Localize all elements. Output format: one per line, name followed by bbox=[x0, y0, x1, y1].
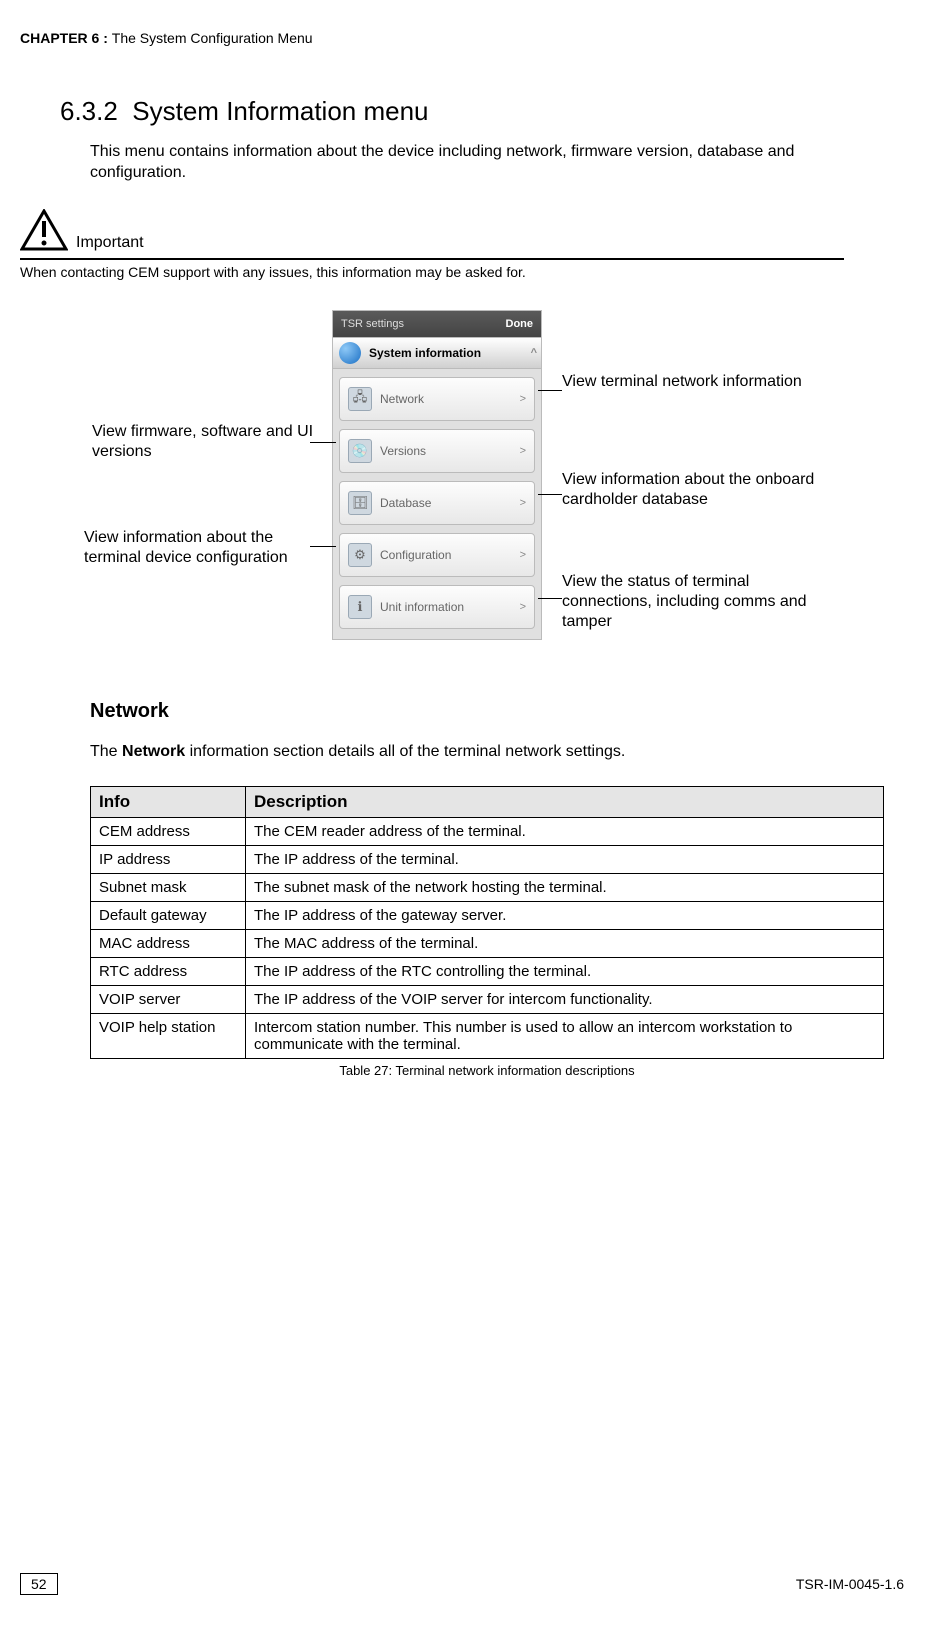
screenshot-section-header: System information ^ bbox=[333, 337, 541, 369]
section-name: System Information menu bbox=[132, 96, 428, 127]
network-heading: Network bbox=[90, 700, 884, 723]
network-info-table: Info Description CEM address The CEM rea… bbox=[90, 786, 884, 1059]
table-row: Subnet mask The subnet mask of the netwo… bbox=[91, 873, 884, 901]
menu-item-label: Configuration bbox=[380, 548, 520, 562]
info-cell: VOIP server bbox=[91, 985, 246, 1013]
important-header: Important bbox=[20, 209, 844, 260]
section-intro: This menu contains information about the… bbox=[90, 142, 844, 184]
network-icon: 🖧 bbox=[348, 387, 372, 411]
warning-icon bbox=[20, 209, 68, 256]
info-cell: VOIP help station bbox=[91, 1013, 246, 1058]
page-number: 52 bbox=[20, 1573, 58, 1595]
callout-network: View terminal network information bbox=[562, 372, 822, 392]
info-cell: MAC address bbox=[91, 929, 246, 957]
titlebar-left: TSR settings bbox=[341, 318, 404, 330]
versions-icon: 💿 bbox=[348, 439, 372, 463]
important-text: When contacting CEM support with any iss… bbox=[20, 264, 844, 280]
table-row: VOIP server The IP address of the VOIP s… bbox=[91, 985, 884, 1013]
chevron-right-icon: > bbox=[520, 601, 526, 613]
menu-item-label: Versions bbox=[380, 444, 520, 458]
info-icon: ℹ bbox=[348, 595, 372, 619]
diagram: TSR settings Done System information ^ 🖧… bbox=[42, 310, 842, 650]
intro-bold: Network bbox=[122, 743, 185, 760]
chevron-right-icon: > bbox=[520, 549, 526, 561]
menu-item-database[interactable]: 🗄 Database > bbox=[339, 481, 535, 525]
callout-database: View information about the onboard cardh… bbox=[562, 470, 832, 510]
important-block: Important When contacting CEM support wi… bbox=[20, 209, 844, 280]
section-header-label: System information bbox=[369, 346, 481, 360]
info-cell: Subnet mask bbox=[91, 873, 246, 901]
desc-cell: The IP address of the gateway server. bbox=[246, 901, 884, 929]
desc-cell: The IP address of the RTC controlling th… bbox=[246, 957, 884, 985]
desc-cell: Intercom station number. This number is … bbox=[246, 1013, 884, 1058]
globe-icon bbox=[339, 342, 361, 364]
important-label: Important bbox=[76, 234, 144, 256]
menu-item-label: Network bbox=[380, 392, 520, 406]
desc-cell: The IP address of the VOIP server for in… bbox=[246, 985, 884, 1013]
table-caption: Table 27: Terminal network information d… bbox=[90, 1063, 884, 1078]
network-intro: The Network information section details … bbox=[90, 743, 844, 761]
callout-line bbox=[310, 442, 336, 443]
chapter-prefix: CHAPTER 6 : bbox=[20, 30, 112, 46]
info-cell: RTC address bbox=[91, 957, 246, 985]
info-cell: Default gateway bbox=[91, 901, 246, 929]
configuration-icon: ⚙ bbox=[348, 543, 372, 567]
intro-suffix: information section details all of the t… bbox=[185, 743, 625, 760]
info-cell: CEM address bbox=[91, 817, 246, 845]
menu-item-unit-information[interactable]: ℹ Unit information > bbox=[339, 585, 535, 629]
document-id: TSR-IM-0045-1.6 bbox=[796, 1576, 904, 1592]
callout-line bbox=[538, 494, 562, 495]
chevron-right-icon: > bbox=[520, 445, 526, 457]
done-button[interactable]: Done bbox=[506, 318, 534, 330]
table-head-desc: Description bbox=[246, 786, 884, 817]
desc-cell: The MAC address of the terminal. bbox=[246, 929, 884, 957]
table-row: CEM address The CEM reader address of th… bbox=[91, 817, 884, 845]
database-icon: 🗄 bbox=[348, 491, 372, 515]
section-title: 6.3.2 System Information menu bbox=[60, 96, 884, 127]
chevron-up-icon: ^ bbox=[531, 347, 537, 359]
callout-configuration: View information about the terminal devi… bbox=[84, 528, 324, 568]
callout-versions: View firmware, software and UI versions bbox=[92, 422, 322, 462]
screenshot: TSR settings Done System information ^ 🖧… bbox=[332, 310, 542, 640]
page-footer: 52 TSR-IM-0045-1.6 bbox=[0, 1573, 944, 1595]
section-number: 6.3.2 bbox=[60, 96, 118, 127]
table-header-row: Info Description bbox=[91, 786, 884, 817]
menu-item-label: Database bbox=[380, 496, 520, 510]
menu-item-label: Unit information bbox=[380, 600, 520, 614]
callout-line bbox=[538, 390, 562, 391]
menu-item-network[interactable]: 🖧 Network > bbox=[339, 377, 535, 421]
info-cell: IP address bbox=[91, 845, 246, 873]
desc-cell: The CEM reader address of the terminal. bbox=[246, 817, 884, 845]
menu-item-versions[interactable]: 💿 Versions > bbox=[339, 429, 535, 473]
chevron-right-icon: > bbox=[520, 497, 526, 509]
desc-cell: The subnet mask of the network hosting t… bbox=[246, 873, 884, 901]
callout-line bbox=[310, 546, 336, 547]
table-row: MAC address The MAC address of the termi… bbox=[91, 929, 884, 957]
chapter-title: The System Configuration Menu bbox=[112, 30, 313, 46]
table-head-info: Info bbox=[91, 786, 246, 817]
chapter-header: CHAPTER 6 : The System Configuration Men… bbox=[0, 30, 884, 46]
desc-cell: The IP address of the terminal. bbox=[246, 845, 884, 873]
table-row: IP address The IP address of the termina… bbox=[91, 845, 884, 873]
table-row: Default gateway The IP address of the ga… bbox=[91, 901, 884, 929]
screenshot-titlebar: TSR settings Done bbox=[333, 311, 541, 337]
callout-unit-info: View the status of terminal connections,… bbox=[562, 572, 822, 632]
table-row: RTC address The IP address of the RTC co… bbox=[91, 957, 884, 985]
callout-line bbox=[538, 598, 562, 599]
chevron-right-icon: > bbox=[520, 393, 526, 405]
intro-prefix: The bbox=[90, 743, 122, 760]
menu-item-configuration[interactable]: ⚙ Configuration > bbox=[339, 533, 535, 577]
table-row: VOIP help station Intercom station numbe… bbox=[91, 1013, 884, 1058]
